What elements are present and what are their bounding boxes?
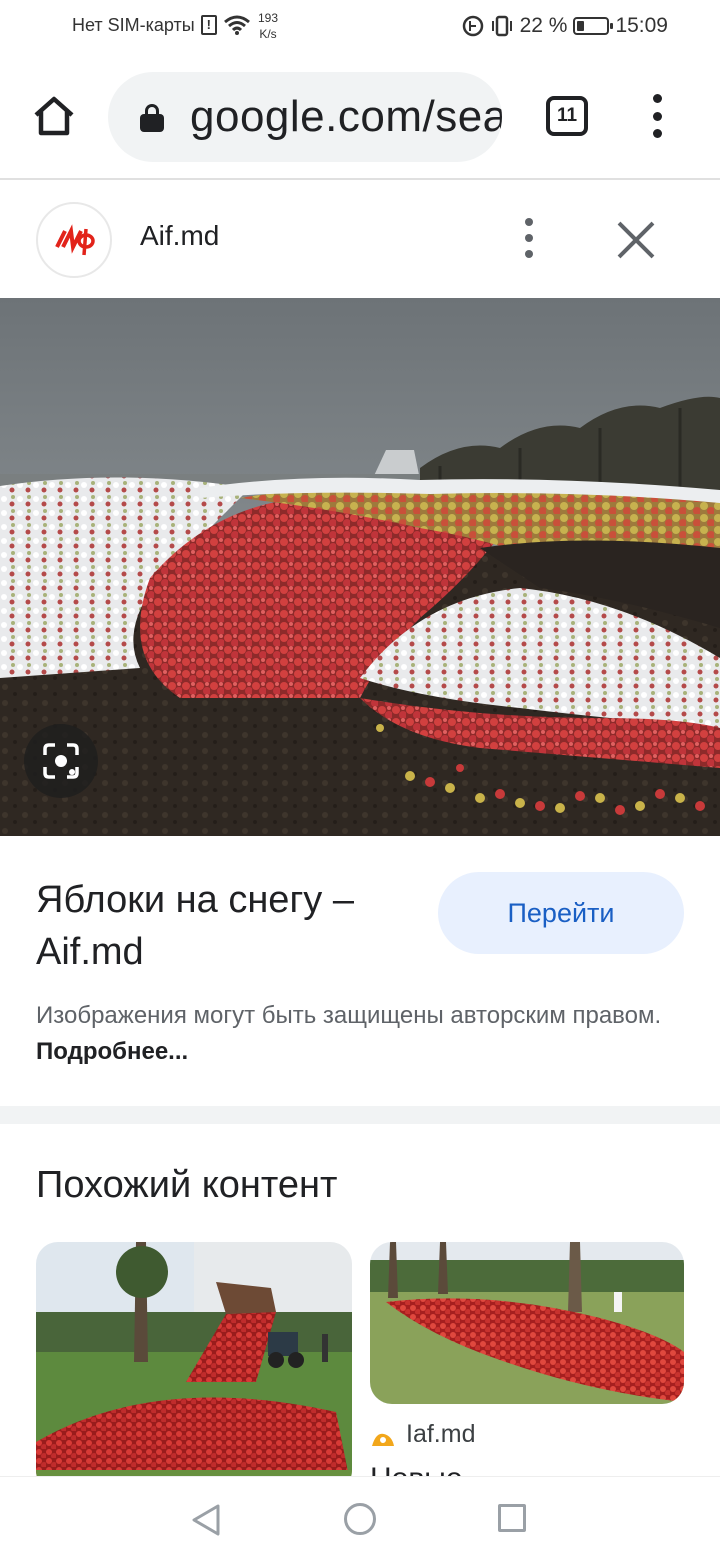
tab-switcher-button[interactable]: 11	[546, 96, 588, 136]
clock: 15:09	[615, 14, 668, 37]
back-icon[interactable]	[190, 1503, 222, 1537]
iaf-logo-icon	[370, 1426, 396, 1446]
vibrate-icon	[491, 15, 512, 37]
status-right: 22 % 15:09	[462, 14, 668, 38]
copyright-text: Изображения могут быть защищены авторски…	[36, 1002, 662, 1029]
main-image[interactable]	[0, 298, 720, 836]
section-divider	[0, 1106, 720, 1124]
similar-item-2-image	[370, 1242, 684, 1404]
similar-item-2-source[interactable]: Iaf.md	[370, 1420, 475, 1449]
apples-on-snow-image	[0, 298, 720, 836]
copyright-notice: Изображения могут быть защищены авторски…	[36, 998, 686, 1070]
similar-item-1[interactable]	[36, 1242, 352, 1492]
lte-icon	[462, 15, 483, 37]
browser-menu-button[interactable]	[640, 94, 674, 138]
sim-status-text: Нет SIM-карты	[72, 14, 195, 35]
source-favicon	[36, 202, 112, 278]
close-icon[interactable]	[616, 220, 656, 260]
network-speed-value: 193	[258, 11, 279, 25]
recent-apps-icon[interactable]	[498, 1504, 526, 1532]
source-menu-button[interactable]	[518, 218, 540, 258]
aif-logo-icon	[53, 219, 95, 261]
home-button[interactable]	[24, 86, 84, 146]
result-title[interactable]: Яблоки на снегу – Aif.md	[36, 874, 416, 978]
sim-status: Нет SIM-карты !	[72, 14, 251, 36]
lens-search-button[interactable]	[24, 724, 98, 798]
battery-icon	[573, 17, 614, 35]
battery-percent: 22 %	[519, 14, 568, 37]
learn-more-link[interactable]: Подробнее...	[36, 1038, 188, 1065]
browser-toolbar: google.com/search 11	[0, 56, 720, 180]
battery-level	[577, 21, 584, 31]
similar-heading: Похожий контент	[36, 1164, 338, 1206]
similar-item-2-source-name: Iaf.md	[406, 1420, 476, 1448]
url-text: google.com/search	[190, 92, 502, 141]
wifi-icon	[223, 15, 250, 35]
lock-icon	[140, 102, 164, 132]
source-name[interactable]: Aif.md	[140, 220, 219, 252]
source-header: Aif.md	[0, 182, 720, 298]
status-bar: Нет SIM-карты ! 193 K/s 22 % 15:09	[0, 0, 720, 56]
home-icon	[34, 96, 74, 136]
network-speed-unit: K/s	[259, 27, 277, 41]
sim-alert-icon: !	[200, 15, 217, 35]
similar-item-2[interactable]	[370, 1242, 684, 1404]
url-bar[interactable]: google.com/search	[108, 72, 502, 162]
system-nav-bar	[0, 1476, 720, 1560]
nav-home-icon[interactable]	[344, 1503, 376, 1535]
similar-item-1-image	[36, 1242, 352, 1492]
lens-icon	[43, 743, 79, 779]
network-speed: 193 K/s	[258, 10, 278, 42]
visit-button[interactable]: Перейти	[438, 872, 684, 954]
